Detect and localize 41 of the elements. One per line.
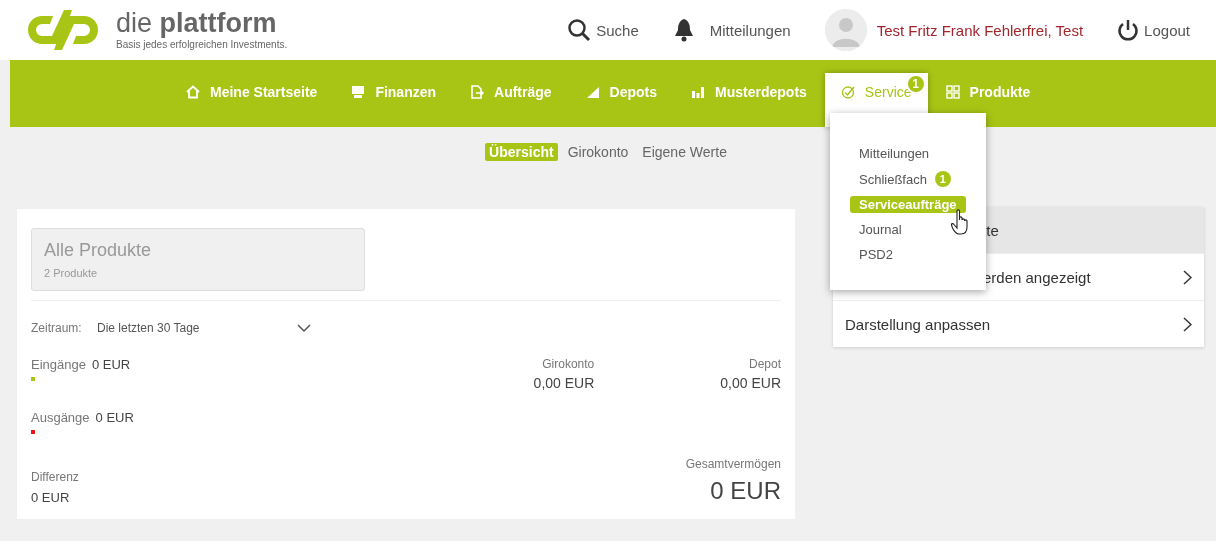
logout-button[interactable]: Logout (1117, 18, 1190, 42)
document-arrow-icon (470, 85, 485, 99)
bar-chart-icon (691, 85, 706, 99)
home-icon (186, 85, 200, 99)
panel-link[interactable]: Darstellung anpassen (833, 300, 1204, 347)
menu-item[interactable]: Journal (850, 221, 911, 238)
chevron-down-icon[interactable] (297, 323, 311, 333)
card-icon (351, 85, 366, 99)
grid-icon (945, 85, 960, 99)
account-label: Girokonto (541, 357, 595, 371)
account-amount: 0,00 EUR (720, 375, 781, 391)
flow-label: Ausgänge (31, 410, 90, 425)
account-amount: 0,00 EUR (533, 375, 595, 391)
flow-amount: 0 EUR (95, 410, 134, 425)
search-button[interactable]: Suche (567, 18, 639, 42)
sub-tab[interactable]: Eigene Werte (638, 143, 731, 161)
difference-amount: 0 EUR (31, 490, 71, 505)
total-label: Gesamtvermögen (685, 457, 781, 471)
chevron-right-icon (1183, 316, 1192, 332)
difference-label: Differenz (31, 470, 79, 484)
period-dropdown[interactable]: Die letzten 30 Tage (97, 321, 297, 335)
check-circle-icon (840, 85, 855, 99)
tagline: Basis jedes erfolgreichen Investments. (116, 39, 288, 50)
count-badge: 1 (934, 171, 951, 187)
flow-amount: 0 EUR (91, 357, 131, 372)
chevron-right-icon (1183, 269, 1192, 285)
sub-tab[interactable]: Girokonto (563, 143, 633, 161)
search-icon (567, 18, 592, 42)
power-icon (1117, 18, 1140, 42)
brand-name: die plattform (116, 10, 278, 37)
notifications-button[interactable]: Mitteilungen (672, 18, 791, 42)
account-label: Depot (747, 357, 781, 371)
period-label: Zeitraum: (31, 321, 83, 335)
menu-item[interactable]: Schließfach 1 (850, 170, 960, 188)
flow-label: Eingänge (31, 357, 86, 372)
menu-item[interactable]: Mitteilungen (850, 145, 939, 162)
product-filter[interactable]: Alle Produkte 2 Produkte (31, 228, 365, 291)
bell-icon (672, 18, 695, 42)
user-name-link[interactable]: Test Fritz Frank Fehlerfrei, Test (876, 21, 1084, 39)
total-amount: 0 EUR (709, 477, 781, 505)
chart-up-icon (585, 85, 600, 99)
